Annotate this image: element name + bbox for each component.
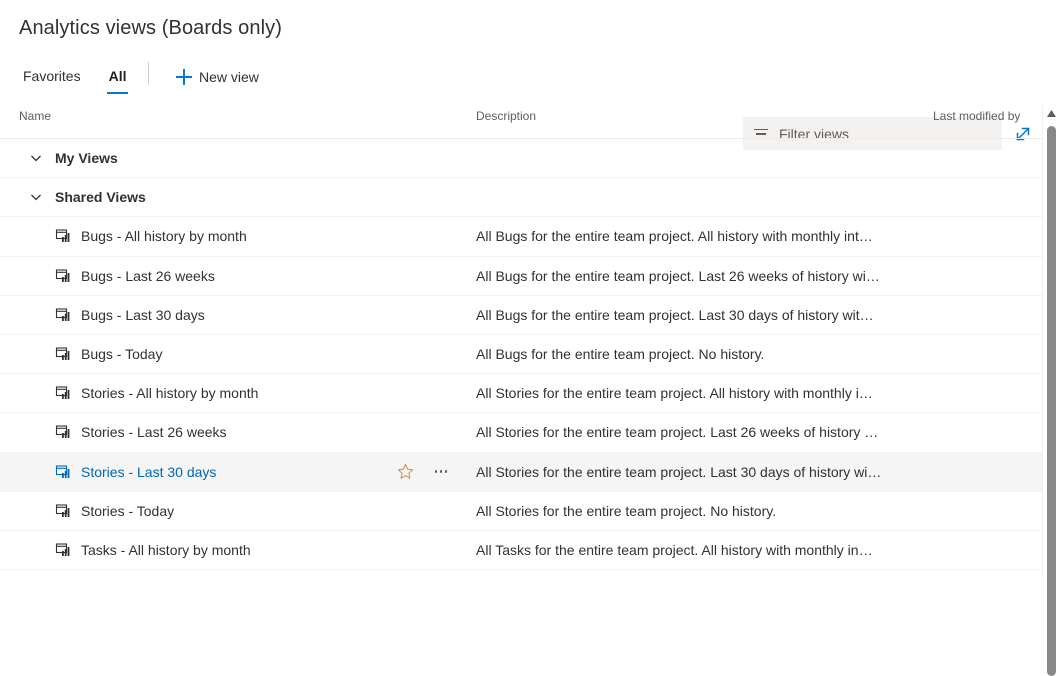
analytics-view-icon xyxy=(55,307,71,323)
view-description: All Stories for the entire team project.… xyxy=(476,424,879,441)
view-description: All Stories for the entire team project.… xyxy=(476,385,873,402)
table-row[interactable]: Stories - All history by month All Stori… xyxy=(0,374,1043,414)
analytics-view-icon xyxy=(55,385,71,401)
plus-icon xyxy=(176,69,192,85)
analytics-view-icon xyxy=(55,424,71,440)
view-description: All Stories for the entire team project.… xyxy=(476,463,882,480)
table-row-selected[interactable]: Stories - Last 30 days All Stories for t… xyxy=(0,452,1043,492)
toolbar-divider xyxy=(148,62,149,85)
view-name: Bugs - Last 26 weeks xyxy=(81,267,215,284)
vertical-scrollbar[interactable] xyxy=(1042,104,1060,676)
scrollbar-thumb[interactable] xyxy=(1047,126,1056,676)
table-row[interactable]: Stories - Today All Stories for the enti… xyxy=(0,492,1043,531)
views-list: My Views Shared Views Bugs - All history… xyxy=(0,139,1043,576)
table-row[interactable]: Bugs - Last 30 days All Bugs for the ent… xyxy=(0,296,1043,335)
view-description: All Tasks for the entire team project. A… xyxy=(476,541,873,558)
view-description: All Stories for the entire team project.… xyxy=(476,502,777,519)
analytics-views-page: Analytics views (Boards only) Favorites … xyxy=(0,0,1060,676)
scroll-up-button[interactable] xyxy=(1043,106,1060,122)
column-header-name[interactable]: Name xyxy=(19,109,51,123)
table-row[interactable]: Bugs - Today All Bugs for the entire tea… xyxy=(0,335,1043,375)
table-row[interactable]: Tasks - All history by month All Tasks f… xyxy=(0,531,1043,571)
analytics-view-icon xyxy=(55,542,71,558)
group-row-shared-views[interactable]: Shared Views xyxy=(0,178,1043,218)
view-name: Tasks - All history by month xyxy=(81,541,251,558)
view-name: Bugs - Last 30 days xyxy=(81,306,205,323)
tab-all[interactable]: All xyxy=(105,58,131,94)
more-options-ellipsis-icon xyxy=(434,470,448,473)
view-name: Stories - Last 26 weeks xyxy=(81,424,227,441)
column-header-last-modified-by[interactable]: Last modified by xyxy=(933,109,1020,123)
view-description: All Bugs for the entire team project. Al… xyxy=(476,228,873,245)
view-description: All Bugs for the entire team project. La… xyxy=(476,306,874,323)
favorite-star-button[interactable] xyxy=(396,463,414,481)
view-description: All Bugs for the entire team project. La… xyxy=(476,267,880,284)
group-label: My Views xyxy=(55,150,118,167)
analytics-view-icon xyxy=(55,268,71,284)
view-name: Bugs - All history by month xyxy=(81,228,247,245)
analytics-view-icon xyxy=(55,503,71,519)
new-view-label: New view xyxy=(199,69,259,85)
analytics-view-icon xyxy=(55,228,71,244)
table-row[interactable]: Bugs - Last 26 weeks All Bugs for the en… xyxy=(0,257,1043,296)
chevron-down-icon[interactable] xyxy=(28,150,44,166)
view-name: Bugs - Today xyxy=(81,346,163,363)
view-name[interactable]: Stories - Last 30 days xyxy=(81,464,216,480)
command-bar: Favorites All New view xyxy=(0,58,1060,150)
scroll-up-arrow-icon xyxy=(1047,110,1056,117)
new-view-button[interactable]: New view xyxy=(170,61,265,93)
analytics-view-icon xyxy=(55,346,71,362)
page-title: Analytics views (Boards only) xyxy=(19,17,282,39)
view-name: Stories - All history by month xyxy=(81,385,259,402)
analytics-view-icon xyxy=(55,464,71,480)
tab-favorites[interactable]: Favorites xyxy=(19,58,85,94)
chevron-down-icon[interactable] xyxy=(28,189,44,205)
more-options-button[interactable] xyxy=(432,463,450,481)
table-column-headers: Name Description Last modified by xyxy=(0,105,1043,139)
table-row[interactable]: Stories - Last 26 weeks All Stories for … xyxy=(0,413,1043,453)
column-header-description[interactable]: Description xyxy=(476,109,536,123)
row-actions xyxy=(396,463,450,481)
group-row-my-views[interactable]: My Views xyxy=(0,139,1043,179)
group-label: Shared Views xyxy=(55,189,146,206)
view-description: All Bugs for the entire team project. No… xyxy=(476,346,765,363)
pivot-tabs: Favorites All xyxy=(19,58,150,96)
view-name: Stories - Today xyxy=(81,502,175,519)
favorite-star-icon xyxy=(397,464,413,479)
table-row[interactable]: Bugs - All history by month All Bugs for… xyxy=(0,217,1043,257)
